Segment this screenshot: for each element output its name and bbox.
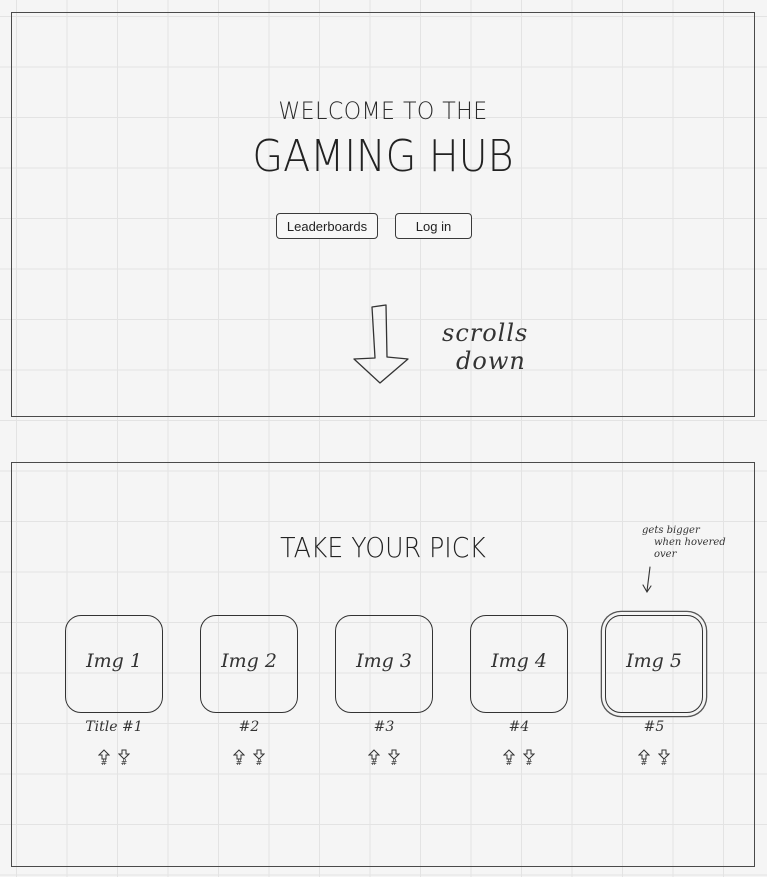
game-card-1[interactable]: Img 1	[65, 615, 163, 713]
downvote-count: #	[525, 758, 533, 767]
vote-controls-2: # #	[194, 749, 304, 767]
downvote-button[interactable]: #	[658, 749, 670, 767]
upvote-count: #	[640, 758, 648, 767]
card-title-1: Title #1	[85, 719, 143, 735]
vote-controls-4: # #	[464, 749, 574, 767]
page-title: GAMING HUB	[252, 131, 514, 182]
arrow-down-icon	[353, 304, 409, 384]
card-title-4: #4	[508, 719, 530, 735]
downvote-button[interactable]: #	[523, 749, 535, 767]
landing-section: WELCOME TO THE GAMING HUB Leaderboards L…	[11, 12, 755, 417]
leaderboards-button[interactable]: Leaderboards	[276, 213, 378, 239]
card-image-placeholder: Img 4	[491, 650, 547, 672]
downvote-button[interactable]: #	[253, 749, 265, 767]
upvote-count: #	[505, 758, 513, 767]
card-title-3: #3	[373, 719, 395, 735]
scroll-annotation: scrolls down	[442, 319, 552, 375]
scroll-annotation-line-2: down	[456, 347, 526, 375]
downvote-count: #	[390, 758, 398, 767]
downvote-count: #	[120, 758, 128, 767]
login-button[interactable]: Log in	[395, 213, 472, 239]
downvote-button[interactable]: #	[388, 749, 400, 767]
vote-controls-3: # #	[329, 749, 439, 767]
downvote-count: #	[255, 758, 263, 767]
upvote-button[interactable]: #	[368, 749, 380, 767]
upvote-button[interactable]: #	[638, 749, 650, 767]
upvote-button[interactable]: #	[98, 749, 110, 767]
game-card-5[interactable]: Img 5	[605, 615, 703, 713]
leaderboards-button-label: Leaderboards	[286, 218, 368, 234]
game-card-2[interactable]: Img 2	[200, 615, 298, 713]
game-card-4[interactable]: Img 4	[470, 615, 568, 713]
card-image-placeholder: Img 1	[86, 650, 142, 672]
downvote-button[interactable]: #	[118, 749, 130, 767]
upvote-button[interactable]: #	[503, 749, 515, 767]
downvote-count: #	[660, 758, 668, 767]
card-image-placeholder: Img 5	[626, 650, 682, 672]
card-image-placeholder: Img 2	[221, 650, 277, 672]
card-title-5: #5	[643, 719, 665, 735]
login-button-label: Log in	[415, 218, 452, 234]
hover-annotation-line-3: over	[654, 549, 677, 560]
section-title: TAKE YOUR PICK	[280, 531, 486, 564]
upvote-count: #	[100, 758, 108, 767]
game-card-3[interactable]: Img 3	[335, 615, 433, 713]
card-image-placeholder: Img 3	[356, 650, 412, 672]
hover-annotation: gets bigger when hovered over	[642, 525, 752, 561]
vote-controls-1: # #	[59, 749, 169, 767]
scroll-annotation-line-1: scrolls	[442, 319, 529, 347]
annotation-arrow-icon	[642, 566, 652, 594]
card-title-2: #2	[238, 719, 260, 735]
upvote-count: #	[235, 758, 243, 767]
upvote-button[interactable]: #	[233, 749, 245, 767]
vote-controls-5: # #	[599, 749, 709, 767]
hover-annotation-line-1: gets bigger	[642, 525, 700, 536]
hover-annotation-line-2: when hovered	[654, 537, 726, 548]
welcome-text: WELCOME TO THE	[278, 97, 488, 125]
upvote-count: #	[370, 758, 378, 767]
picker-section: TAKE YOUR PICK gets bigger when hovered …	[11, 462, 755, 867]
